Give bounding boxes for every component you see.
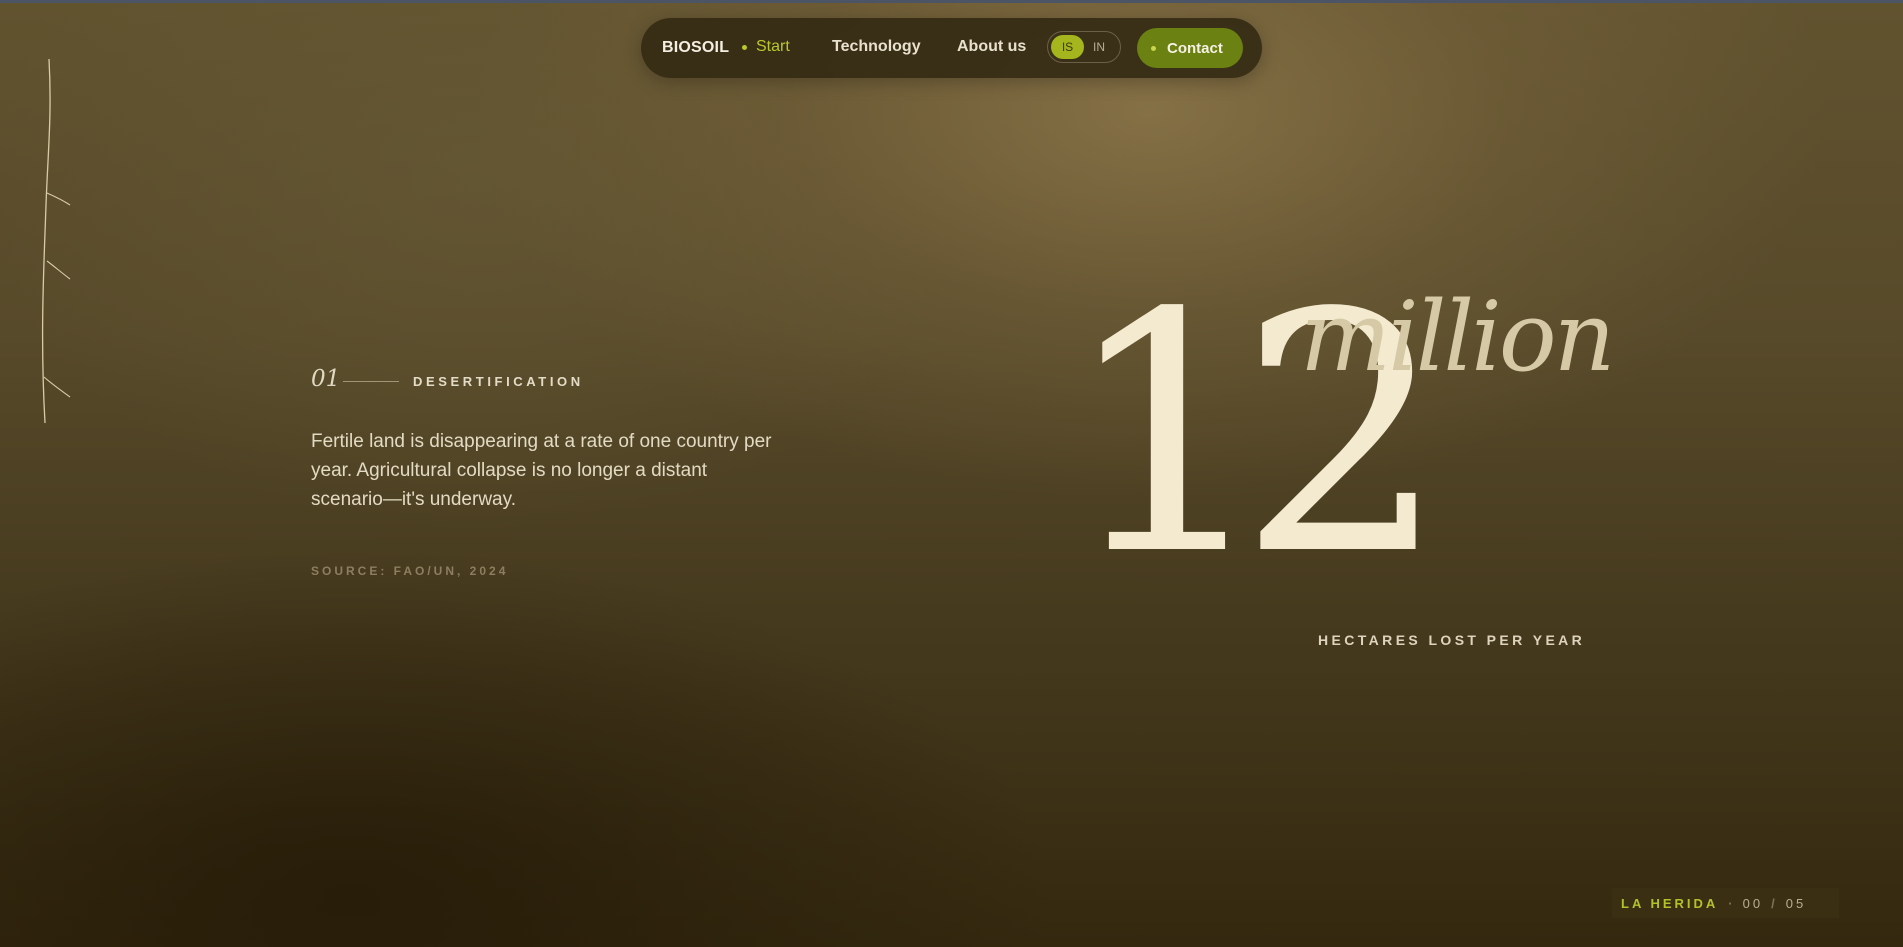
source-citation: SOURCE: FAO/UN, 2024 — [311, 564, 509, 578]
language-option-is[interactable]: IS — [1051, 35, 1084, 59]
stat-label: HECTARES LOST PER YEAR — [1318, 632, 1586, 648]
nav-link-start[interactable]: Start — [742, 38, 790, 56]
nav-link-technology[interactable]: Technology — [832, 38, 921, 56]
contact-label: Contact — [1167, 39, 1223, 57]
chapter-slash: / — [1771, 895, 1778, 911]
chapter-separator-dot: · — [1728, 895, 1733, 911]
brand-logo[interactable]: BIOSOIL — [662, 39, 729, 57]
section-number: 01 — [311, 366, 341, 392]
plant-stem-decoration — [41, 58, 71, 424]
active-dot-icon — [742, 44, 747, 50]
section-body: Fertile land is disappearing at a rate o… — [311, 431, 772, 510]
top-border — [0, 0, 1903, 3]
language-option-in[interactable]: IN — [1093, 35, 1105, 59]
chapter-name: LA HERIDA — [1621, 895, 1719, 911]
language-toggle[interactable]: IS IN — [1047, 31, 1121, 63]
section-title: DESERTIFICATION — [413, 374, 584, 389]
top-navigation: BIOSOIL Start Technology About us IS IN … — [641, 18, 1262, 78]
nav-start-label: Start — [756, 38, 790, 55]
chapter-current: 00 — [1742, 895, 1764, 911]
chapter-total: 05 — [1785, 895, 1807, 911]
stat-unit: million — [1300, 281, 1615, 393]
section-divider — [343, 381, 399, 382]
nav-link-about[interactable]: About us — [957, 38, 1026, 56]
contact-dot-icon — [1151, 45, 1156, 51]
chapter-progress: LA HERIDA · 00 / 05 — [1612, 888, 1839, 918]
background-gradient — [0, 0, 1903, 947]
contact-button[interactable]: Contact — [1137, 28, 1243, 68]
